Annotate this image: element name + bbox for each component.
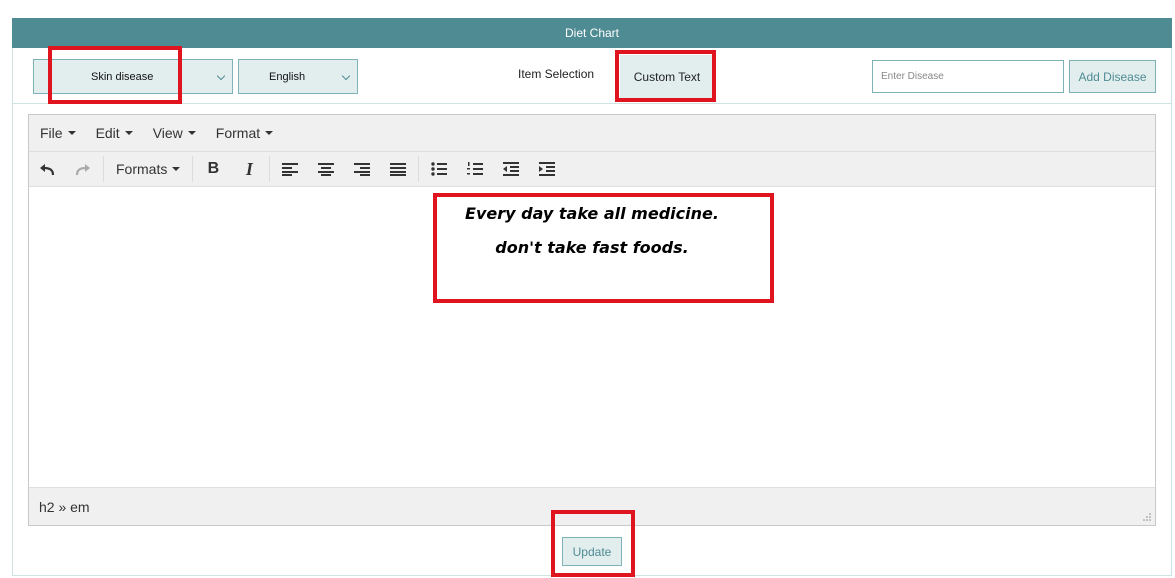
formats-dropdown[interactable]: Formats	[106, 161, 190, 177]
toolbar-separator	[103, 156, 104, 182]
menu-file-label: File	[40, 125, 63, 141]
caret-down-icon	[265, 131, 274, 135]
redo-icon[interactable]	[65, 151, 101, 187]
resize-handle-icon[interactable]	[1143, 513, 1151, 521]
disease-input[interactable]: Enter Disease	[872, 60, 1064, 93]
chevron-down-icon	[341, 70, 351, 81]
align-justify-icon[interactable]	[380, 151, 416, 187]
caret-down-icon	[67, 131, 76, 135]
bullet-list-icon[interactable]	[421, 151, 457, 187]
toolbar-separator	[418, 156, 420, 182]
menu-view[interactable]: View	[153, 125, 196, 141]
item-selection-label: Item Selection	[518, 67, 595, 81]
menu-format[interactable]: Format	[215, 125, 274, 141]
add-disease-button[interactable]: Add Disease	[1069, 60, 1156, 93]
toolbar-separator	[192, 156, 194, 182]
formats-label: Formats	[116, 161, 168, 177]
panel-title: Diet Chart	[564, 26, 620, 40]
menu-edit[interactable]: Edit	[96, 125, 133, 141]
caret-down-icon	[187, 131, 196, 135]
element-path: h2 » em	[39, 498, 90, 515]
highlight-box	[433, 193, 774, 303]
panel-header: Diet Chart	[12, 18, 1172, 48]
editor-menubar: File Edit View Format	[29, 115, 1155, 151]
align-right-icon[interactable]	[344, 151, 380, 187]
italic-icon[interactable]: I	[231, 151, 267, 187]
language-select[interactable]: English	[238, 59, 358, 94]
menu-format-label: Format	[215, 125, 261, 141]
align-center-icon[interactable]	[308, 151, 344, 187]
chevron-down-icon	[216, 70, 226, 81]
outdent-icon[interactable]	[493, 151, 529, 187]
item-selection-tab[interactable]: Item Selection	[518, 67, 594, 81]
align-left-icon[interactable]	[272, 151, 308, 187]
caret-down-icon	[124, 131, 133, 135]
menu-file[interactable]: File	[40, 125, 76, 141]
toolbar-separator	[269, 156, 271, 182]
language-select-value: English	[269, 70, 306, 83]
menu-edit-label: Edit	[95, 125, 120, 141]
highlight-box	[551, 510, 635, 577]
editor-toolbar: Formats B I	[29, 151, 1155, 187]
undo-icon[interactable]	[29, 151, 65, 187]
caret-down-icon	[172, 167, 181, 171]
highlight-box	[615, 50, 716, 102]
indent-icon[interactable]	[529, 151, 565, 187]
numbered-list-icon[interactable]	[457, 151, 493, 187]
disease-input-placeholder: Enter Disease	[881, 71, 944, 82]
menu-view-label: View	[152, 125, 183, 141]
bold-icon[interactable]: B	[195, 151, 231, 187]
add-disease-label: Add Disease	[1078, 69, 1147, 84]
rich-text-editor: File Edit View Format Formats B I Every …	[28, 114, 1156, 526]
highlight-box	[48, 46, 182, 104]
